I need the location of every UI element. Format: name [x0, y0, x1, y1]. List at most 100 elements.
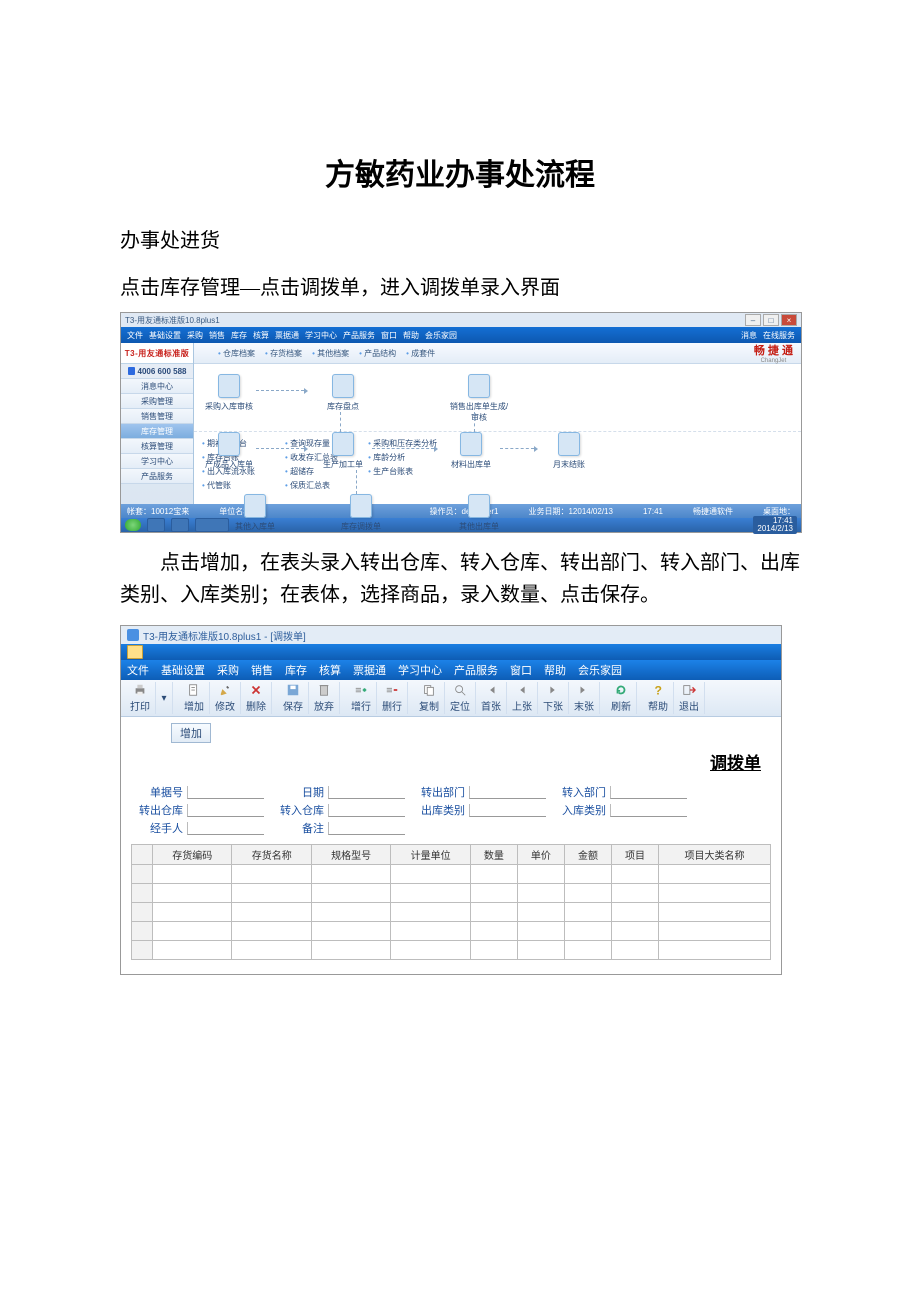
- next-button[interactable]: 下张: [538, 682, 569, 714]
- taskbar-button[interactable]: [171, 518, 189, 532]
- menu-item[interactable]: 帮助: [403, 330, 419, 341]
- outwh-input[interactable]: [187, 804, 264, 817]
- last-button[interactable]: 末张: [569, 682, 600, 714]
- col-header[interactable]: 项目大类名称: [659, 845, 771, 865]
- report-link[interactable]: 生产台账表: [368, 466, 437, 477]
- menu-item[interactable]: 学习中心: [398, 662, 442, 678]
- minimize-icon[interactable]: –: [745, 314, 761, 326]
- flow-node[interactable]: 生产加工单: [312, 432, 374, 470]
- menu-item[interactable]: 销售: [251, 662, 273, 678]
- menu-item[interactable]: 库存: [285, 662, 307, 678]
- first-button[interactable]: 首张: [476, 682, 507, 714]
- menu-item[interactable]: 会乐家园: [578, 662, 622, 678]
- discard-button[interactable]: 放弃: [309, 682, 340, 714]
- flow-node[interactable]: 库存调拨单: [330, 494, 392, 532]
- save-button[interactable]: 保存: [278, 682, 309, 714]
- toolstrip-link[interactable]: 仓库档案: [218, 348, 255, 359]
- menu-item[interactable]: 文件: [127, 662, 149, 678]
- outtype-input[interactable]: [469, 804, 546, 817]
- menu-item[interactable]: 核算: [253, 330, 269, 341]
- sidebar-item[interactable]: 学习中心: [121, 454, 193, 469]
- report-link[interactable]: 保质汇总表: [285, 480, 338, 491]
- menu-item[interactable]: 学习中心: [305, 330, 337, 341]
- col-header[interactable]: 金额: [564, 845, 611, 865]
- table-row[interactable]: [132, 903, 771, 922]
- table-row[interactable]: [132, 865, 771, 884]
- menu-item[interactable]: 销售: [209, 330, 225, 341]
- report-link[interactable]: 代管账: [202, 480, 255, 491]
- menu-link[interactable]: 在线服务: [763, 330, 795, 341]
- help-button[interactable]: ?帮助: [643, 682, 674, 714]
- report-link[interactable]: 库龄分析: [368, 452, 437, 463]
- sidebar-item-active[interactable]: 库存管理: [121, 424, 193, 439]
- menu-item[interactable]: 窗口: [510, 662, 532, 678]
- taskbar-button[interactable]: [147, 518, 165, 532]
- flow-node[interactable]: 库存盘点: [312, 374, 374, 412]
- col-header[interactable]: 单价: [517, 845, 564, 865]
- print-dropdown[interactable]: ▾: [156, 682, 173, 714]
- delete-button[interactable]: 删除: [241, 682, 272, 714]
- toolstrip-link[interactable]: 其他档案: [312, 348, 349, 359]
- start-button-icon[interactable]: [125, 519, 141, 531]
- locate-button[interactable]: 定位: [445, 682, 476, 714]
- indept-input[interactable]: [610, 786, 687, 799]
- flow-node[interactable]: 销售出库单生成/审核: [448, 374, 510, 423]
- col-header[interactable]: 规格型号: [311, 845, 390, 865]
- toolstrip-link[interactable]: 存货档案: [265, 348, 302, 359]
- table-row[interactable]: [132, 922, 771, 941]
- exit-button[interactable]: 退出: [674, 682, 705, 714]
- menu-item[interactable]: 产品服务: [454, 662, 498, 678]
- col-header[interactable]: 项目: [611, 845, 658, 865]
- flow-node[interactable]: 其他入库单: [224, 494, 286, 532]
- intype-input[interactable]: [610, 804, 687, 817]
- outdept-input[interactable]: [469, 786, 546, 799]
- addrow-button[interactable]: 增行: [346, 682, 377, 714]
- close-icon[interactable]: ×: [781, 314, 797, 326]
- menu-item[interactable]: 文件: [127, 330, 143, 341]
- memo-input[interactable]: [328, 822, 405, 835]
- add-button-inline[interactable]: 增加: [171, 723, 211, 743]
- handler-input[interactable]: [187, 822, 264, 835]
- print-button[interactable]: 打印: [125, 682, 156, 714]
- col-header[interactable]: 存货编码: [153, 845, 232, 865]
- refresh-button[interactable]: 刷新: [606, 682, 637, 714]
- sidebar-item[interactable]: 采购管理: [121, 394, 193, 409]
- flow-node[interactable]: 月末结账: [538, 432, 600, 470]
- maximize-icon[interactable]: □: [763, 314, 779, 326]
- toolstrip-link[interactable]: 产品结构: [359, 348, 396, 359]
- menu-item[interactable]: 基础设置: [161, 662, 205, 678]
- add-button[interactable]: 增加: [179, 682, 210, 714]
- flow-node[interactable]: 产成品入库单: [198, 432, 260, 470]
- menu-link[interactable]: 消息: [741, 330, 757, 341]
- table-row[interactable]: [132, 884, 771, 903]
- menu-item[interactable]: 票据通: [275, 330, 299, 341]
- restore-icon[interactable]: [127, 645, 143, 659]
- menu-item[interactable]: 帮助: [544, 662, 566, 678]
- prev-button[interactable]: 上张: [507, 682, 538, 714]
- edit-button[interactable]: 修改: [210, 682, 241, 714]
- menu-item[interactable]: 库存: [231, 330, 247, 341]
- menu-item[interactable]: 窗口: [381, 330, 397, 341]
- voucher-grid[interactable]: 存货编码 存货名称 规格型号 计量单位 数量 单价 金额 项目 项目大类名称: [131, 844, 771, 960]
- flow-node[interactable]: 材料出库单: [440, 432, 502, 470]
- inwh-input[interactable]: [328, 804, 405, 817]
- col-header[interactable]: 数量: [470, 845, 517, 865]
- menu-item[interactable]: 采购: [217, 662, 239, 678]
- table-row[interactable]: [132, 941, 771, 960]
- menu-item[interactable]: 产品服务: [343, 330, 375, 341]
- col-header[interactable]: 存货名称: [232, 845, 311, 865]
- menu-item[interactable]: 基础设置: [149, 330, 181, 341]
- sidebar-item[interactable]: 消息中心: [121, 379, 193, 394]
- col-header[interactable]: 计量单位: [391, 845, 470, 865]
- menu-item[interactable]: 票据通: [353, 662, 386, 678]
- menu-item[interactable]: 采购: [187, 330, 203, 341]
- sidebar-item[interactable]: 核算管理: [121, 439, 193, 454]
- sidebar-item[interactable]: 产品服务: [121, 469, 193, 484]
- menu-item[interactable]: 核算: [319, 662, 341, 678]
- delrow-button[interactable]: 删行: [377, 682, 408, 714]
- flow-node[interactable]: 其他出库单: [448, 494, 510, 532]
- flow-node[interactable]: 采购入库审核: [198, 374, 260, 412]
- copy-button[interactable]: 复制: [414, 682, 445, 714]
- docno-input[interactable]: [187, 786, 264, 799]
- sidebar-item[interactable]: 销售管理: [121, 409, 193, 424]
